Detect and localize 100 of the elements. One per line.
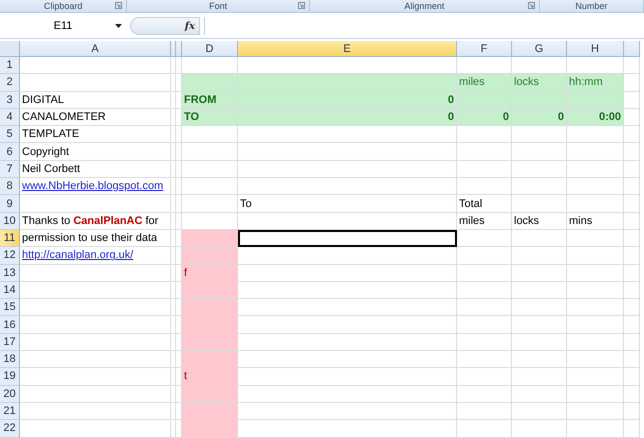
sheet-cell[interactable] [182,212,238,230]
row-header[interactable]: 12 [0,247,20,265]
shaded-cell[interactable] [182,282,238,300]
column-header[interactable] [176,41,182,57]
sheet-cell[interactable] [238,402,457,420]
row-header[interactable]: 15 [0,299,20,316]
sheet-cell[interactable] [624,299,640,316]
sheet-cell[interactable] [238,334,457,352]
row-header[interactable]: 20 [0,386,20,403]
shaded-cell[interactable]: f [182,264,238,282]
shaded-cell[interactable] [182,316,238,334]
sheet-cell[interactable] [457,230,512,248]
sheet-cell[interactable] [567,247,624,265]
sheet-cell[interactable]: Neil Corbett [20,160,171,178]
sheet-cell[interactable] [624,334,640,352]
shaded-cell[interactable] [182,247,238,265]
sheet-cell[interactable] [567,195,624,213]
sheet-cell[interactable] [512,57,567,74]
shaded-cell[interactable]: t [182,368,238,386]
sheet-cell[interactable] [457,351,512,368]
sheet-cell[interactable] [512,386,567,403]
sheet-cell[interactable] [457,368,512,386]
sheet-cell[interactable] [171,195,176,213]
active-cell[interactable] [238,230,457,248]
row-header[interactable]: 18 [0,351,20,368]
sheet-cell[interactable] [457,299,512,316]
sheet-cell[interactable] [567,126,624,144]
sheet-cell[interactable] [512,402,567,420]
sheet-cell[interactable] [624,57,640,74]
sheet-cell[interactable] [176,247,182,265]
sheet-cell[interactable] [238,351,457,368]
sheet-cell[interactable]: http://canalplan.org.uk/ [20,247,171,265]
sheet-cell[interactable] [624,316,640,334]
shaded-cell[interactable]: 0 [457,108,512,126]
sheet-cell[interactable] [182,195,238,213]
sheet-cell[interactable] [171,178,176,196]
sheet-cell[interactable] [512,247,567,265]
shaded-cell[interactable] [182,420,238,438]
sheet-cell[interactable] [567,368,624,386]
sheet-cell[interactable] [176,212,182,230]
sheet-cell[interactable] [567,334,624,352]
row-header[interactable]: 3 [0,92,20,109]
row-header[interactable]: 2 [0,74,20,92]
shaded-cell[interactable] [182,402,238,420]
sheet-cell[interactable] [176,402,182,420]
sheet-cell[interactable] [567,160,624,178]
sheet-cell[interactable] [238,212,457,230]
sheet-cell[interactable] [176,351,182,368]
sheet-cell[interactable] [20,299,171,316]
sheet-cell[interactable] [624,368,640,386]
sheet-cell[interactable] [171,386,176,403]
sheet-cell[interactable] [182,160,238,178]
sheet-cell[interactable]: miles [457,212,512,230]
sheet-cell[interactable] [512,195,567,213]
sheet-cell[interactable] [624,386,640,403]
sheet-cell[interactable] [176,74,182,92]
sheet-cell[interactable] [171,57,176,74]
sheet-cell[interactable] [176,334,182,352]
column-header[interactable]: F [457,41,512,57]
row-header[interactable]: 7 [0,160,20,178]
sheet-cell[interactable] [624,108,640,126]
shaded-cell[interactable]: 0 [238,92,457,109]
sheet-cell[interactable] [624,282,640,300]
row-header[interactable]: 8 [0,178,20,196]
sheet-cell[interactable] [171,74,176,92]
shaded-cell[interactable]: 0 [238,108,457,126]
sheet-cell[interactable] [171,143,176,161]
sheet-cell[interactable] [20,74,171,92]
sheet-cell[interactable] [171,212,176,230]
sheet-cell[interactable] [624,247,640,265]
sheet-cell[interactable] [624,402,640,420]
sheet-cell[interactable] [238,264,457,282]
sheet-cell[interactable] [567,402,624,420]
sheet-cell[interactable] [238,386,457,403]
dialog-launcher-icon[interactable] [528,2,535,9]
shaded-cell[interactable] [182,299,238,316]
row-header[interactable]: 19 [0,368,20,386]
sheet-cell[interactable] [171,264,176,282]
sheet-cell[interactable] [457,143,512,161]
sheet-cell[interactable] [512,230,567,248]
sheet-cell[interactable] [20,351,171,368]
sheet-cell[interactable] [457,282,512,300]
sheet-cell[interactable] [238,247,457,265]
shaded-cell[interactable] [182,74,238,92]
sheet-cell[interactable] [176,160,182,178]
sheet-cell[interactable]: Total [457,195,512,213]
sheet-cell[interactable]: TEMPLATE [20,126,171,144]
sheet-cell[interactable] [457,386,512,403]
sheet-cell[interactable] [171,92,176,109]
shaded-cell[interactable]: 0:00 [567,108,624,126]
sheet-cell[interactable] [176,143,182,161]
shaded-cell[interactable]: TO [182,108,238,126]
sheet-cell[interactable] [20,368,171,386]
sheet-cell[interactable] [20,282,171,300]
sheet-cell[interactable] [457,160,512,178]
sheet-cell[interactable] [20,57,171,74]
sheet-cell[interactable] [20,316,171,334]
sheet-cell[interactable] [176,230,182,248]
shaded-cell[interactable]: locks [512,74,567,92]
sheet-cell[interactable] [567,351,624,368]
